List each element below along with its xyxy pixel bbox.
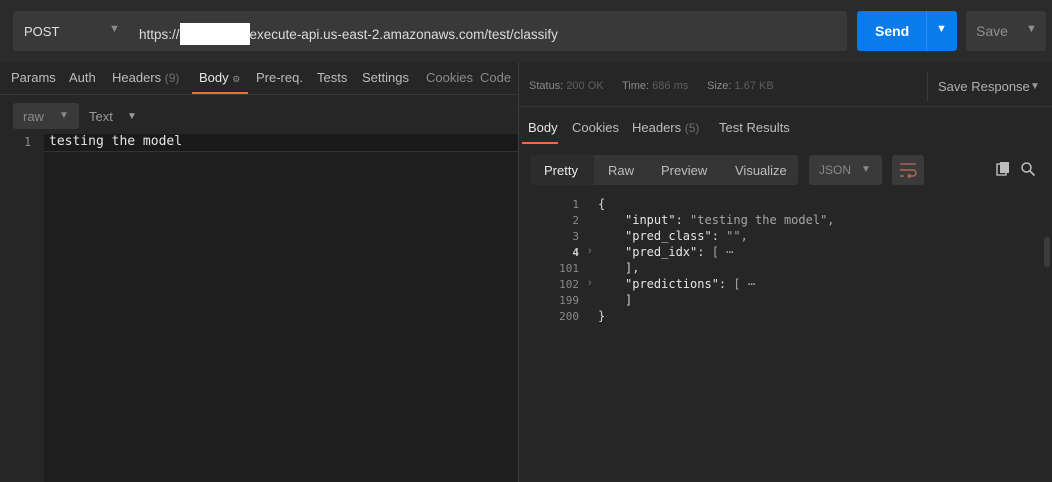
tab-pre-request[interactable]: Pre-req. xyxy=(256,70,303,85)
body-mode-label: raw xyxy=(23,109,44,124)
status-label: Status: xyxy=(529,80,564,92)
cookies-link[interactable]: Cookies xyxy=(426,70,473,85)
json-key: "predictions" xyxy=(625,277,719,291)
response-tab-cookies[interactable]: Cookies xyxy=(572,120,619,135)
chevron-down-icon[interactable]: ▼ xyxy=(127,111,137,122)
chevron-down-icon: ▼ xyxy=(59,110,69,121)
view-pretty-button[interactable]: Pretty xyxy=(544,163,578,178)
chevron-down-icon: ▼ xyxy=(109,23,120,35)
save-button[interactable]: Save ▼ xyxy=(966,11,1046,51)
code-line: } xyxy=(598,309,606,323)
code-line: ] xyxy=(625,293,633,307)
tab-headers-count: (9) xyxy=(164,71,180,85)
status-value: 200 OK xyxy=(566,80,604,92)
scrollbar[interactable] xyxy=(1044,237,1050,267)
size-info: Size: 1.67 KB xyxy=(707,80,774,92)
wrap-lines-button[interactable] xyxy=(892,155,924,185)
code-line: "predictions": [ ⋯ xyxy=(625,277,756,291)
method-label: POST xyxy=(24,24,60,39)
line-number: 2 xyxy=(572,214,579,227)
code-line: "input": "testing the model", xyxy=(625,213,835,227)
tab-headers-label: Headers xyxy=(112,70,162,85)
chevron-down-icon[interactable]: ▼ xyxy=(1030,81,1040,92)
body-mode-select[interactable]: raw ▼ xyxy=(13,103,79,129)
active-tab-indicator xyxy=(522,142,558,144)
code-line: { xyxy=(598,197,606,211)
view-visualize-button[interactable]: Visualize xyxy=(735,163,787,178)
redacted-block xyxy=(179,23,250,45)
method-select[interactable]: POST ▼ xyxy=(13,11,131,51)
chevron-down-icon[interactable]: ▼ xyxy=(1026,23,1037,35)
json-key: "input" xyxy=(625,213,676,227)
fold-chevron-icon[interactable]: › xyxy=(588,277,592,289)
code-line: ], xyxy=(625,261,640,275)
url-prefix: https:// xyxy=(139,27,180,42)
chevron-down-icon[interactable]: ▼ xyxy=(936,23,947,35)
editor-gutter xyxy=(0,134,44,482)
json-key: "pred_idx" xyxy=(625,245,698,259)
send-divider xyxy=(926,11,927,51)
url-input[interactable]: https:// execute-api.us-east-2.amazonaws.… xyxy=(131,11,847,51)
response-tab-headers[interactable]: Headers (5) xyxy=(632,120,699,135)
time-label: Time: xyxy=(622,80,650,92)
line-number: 1 xyxy=(24,135,32,149)
divider xyxy=(927,72,928,102)
copy-icon[interactable] xyxy=(995,161,1011,177)
save-label: Save xyxy=(976,23,1008,39)
chevron-down-icon: ▼ xyxy=(861,164,871,175)
view-preview-button[interactable]: Preview xyxy=(661,163,707,178)
settings-dot-icon: ⚙ xyxy=(232,74,241,84)
response-tab-headers-label: Headers xyxy=(632,120,682,135)
line-number: 1 xyxy=(572,198,579,211)
line-number: 200 xyxy=(559,310,579,323)
panel-divider[interactable] xyxy=(518,62,519,482)
code-line[interactable]: testing the model xyxy=(49,134,182,149)
tab-auth[interactable]: Auth xyxy=(69,70,96,85)
send-button[interactable]: Send ▼ xyxy=(857,11,957,51)
code-line: "pred_class": "", xyxy=(625,229,748,243)
line-number: 199 xyxy=(559,294,579,307)
view-raw-button[interactable]: Raw xyxy=(608,163,634,178)
url-text: https:// execute-api.us-east-2.amazonaws.… xyxy=(139,23,558,45)
tab-body-label: Body xyxy=(199,70,229,85)
search-icon[interactable] xyxy=(1020,161,1036,177)
code-line: "pred_idx": [ ⋯ xyxy=(625,245,734,259)
response-tab-body[interactable]: Body xyxy=(528,120,558,135)
fold-chevron-icon[interactable]: › xyxy=(588,245,592,257)
tab-settings[interactable]: Settings xyxy=(362,70,409,85)
time-value: 686 ms xyxy=(652,80,689,92)
language-select[interactable]: JSON ▼ xyxy=(809,155,882,185)
url-suffix: execute-api.us-east-2.amazonaws.com/test… xyxy=(249,27,558,42)
status-info: Status: 200 OK xyxy=(529,80,604,92)
tab-headers[interactable]: Headers (9) xyxy=(112,70,179,85)
wrap-lines-icon xyxy=(900,163,917,179)
json-value: "testing the model", xyxy=(690,213,835,227)
line-number: 4 xyxy=(572,246,579,259)
divider xyxy=(519,106,1052,107)
size-label: Size: xyxy=(707,80,732,92)
size-value: 1.67 KB xyxy=(734,80,774,92)
send-label: Send xyxy=(875,23,910,39)
tab-body[interactable]: Body ⚙ xyxy=(199,70,240,85)
response-tab-headers-count: (5) xyxy=(684,121,700,135)
tab-params[interactable]: Params xyxy=(11,70,56,85)
line-number: 101 xyxy=(559,262,579,275)
line-number: 3 xyxy=(572,230,579,243)
code-link[interactable]: Code xyxy=(480,70,511,85)
json-value: [ ⋯ xyxy=(711,245,734,259)
save-response-button[interactable]: Save Response xyxy=(938,79,1030,94)
json-key: "pred_class" xyxy=(625,229,712,243)
line-number: 102 xyxy=(559,278,579,291)
json-value: "", xyxy=(726,229,748,243)
language-label: JSON xyxy=(819,163,852,177)
request-body-editor[interactable] xyxy=(0,134,518,482)
body-format-select[interactable]: Text xyxy=(89,109,113,124)
json-value: [ ⋯ xyxy=(733,277,756,291)
time-info: Time: 686 ms xyxy=(622,80,688,92)
divider xyxy=(0,94,517,95)
response-tab-test-results[interactable]: Test Results xyxy=(719,120,790,135)
tab-tests[interactable]: Tests xyxy=(317,70,347,85)
